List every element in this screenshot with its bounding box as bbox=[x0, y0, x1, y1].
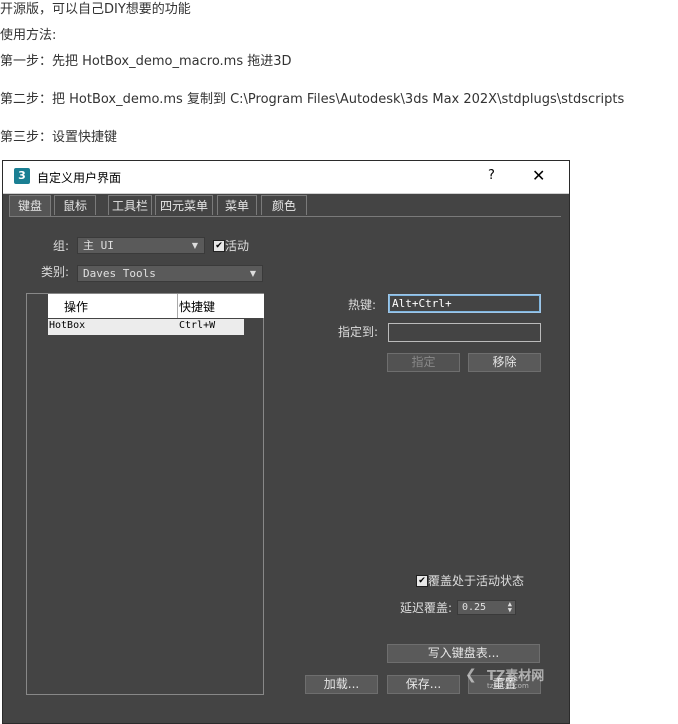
intro-line-2: 使用方法: bbox=[0, 28, 57, 43]
load-button[interactable]: 加载... bbox=[305, 675, 378, 694]
column-header-action[interactable]: 操作 bbox=[64, 298, 88, 315]
list-item-action: HotBox bbox=[49, 320, 86, 331]
group-label: 组: bbox=[53, 239, 70, 253]
delay-override-spinner[interactable]: 0.25 ▲ ▼ bbox=[457, 600, 516, 615]
active-label: 活动 bbox=[225, 239, 250, 253]
list-item-shortcut: Ctrl+W bbox=[179, 320, 216, 331]
hotkey-label: 热键: bbox=[348, 298, 377, 312]
assigned-to-label: 指定到: bbox=[338, 325, 379, 339]
category-select[interactable]: Daves Tools ▼ bbox=[77, 265, 263, 282]
delay-override-value: 0.25 bbox=[462, 602, 487, 613]
hotkey-field[interactable]: Alt+Ctrl+ bbox=[388, 294, 541, 313]
assign-button[interactable]: 指定 bbox=[387, 353, 460, 372]
save-button[interactable]: 保存... bbox=[387, 675, 460, 694]
tab-mouse[interactable]: 鼠标 bbox=[54, 195, 96, 215]
tab-keyboard[interactable]: 键盘 bbox=[9, 195, 51, 217]
assigned-to-field[interactable] bbox=[388, 323, 541, 342]
category-select-value: Daves Tools bbox=[83, 267, 156, 280]
tab-quad-menus[interactable]: 四元菜单 bbox=[155, 195, 213, 215]
action-list[interactable]: 操作 快捷键 HotBox Ctrl+W bbox=[26, 293, 264, 695]
dialog-title: 自定义用户界面 bbox=[37, 171, 122, 185]
remove-button[interactable]: 移除 bbox=[468, 353, 541, 372]
tab-divider bbox=[9, 216, 561, 217]
list-header: 操作 快捷键 bbox=[48, 294, 264, 318]
spinner-arrows-icon[interactable]: ▲ ▼ bbox=[508, 601, 512, 614]
tab-menus[interactable]: 菜单 bbox=[217, 195, 257, 215]
group-select-value: 主 UI bbox=[83, 239, 114, 252]
watermark: ❮ TZ素材网 tzsucai.com bbox=[465, 665, 545, 695]
list-item[interactable]: HotBox Ctrl+W bbox=[48, 319, 244, 335]
override-label: 覆盖处于活动状态 bbox=[428, 574, 525, 588]
override-checkbox[interactable]: ✔ bbox=[416, 575, 428, 587]
group-select[interactable]: 主 UI ▼ bbox=[77, 237, 205, 254]
column-header-shortcut[interactable]: 快捷键 bbox=[179, 298, 215, 315]
tab-colors[interactable]: 颜色 bbox=[261, 195, 307, 215]
watermark-url: tzsucai.com bbox=[487, 682, 529, 690]
title-bar: 3 自定义用户界面 ? ✕ bbox=[3, 161, 569, 194]
help-button[interactable]: ? bbox=[488, 168, 495, 183]
intro-line-4: 第二步：把 HotBox_demo.ms 复制到 C:\Program File… bbox=[0, 92, 625, 107]
active-checkbox[interactable]: ✔ bbox=[213, 240, 225, 252]
column-separator bbox=[177, 294, 178, 318]
3dsmax-app-icon: 3 bbox=[14, 168, 30, 184]
category-label: 类别: bbox=[41, 265, 70, 279]
intro-line-5: 第三步：设置快捷键 bbox=[0, 130, 118, 145]
customize-ui-dialog: 3 自定义用户界面 ? ✕ 键盘 鼠标 工具栏 四元菜单 菜单 颜色 组: 主 … bbox=[2, 160, 570, 724]
delay-override-label: 延迟覆盖: bbox=[400, 601, 453, 615]
intro-line-1: 开源版，可以自己DIY想要的功能 bbox=[0, 2, 191, 17]
chevron-down-icon: ▼ bbox=[191, 241, 198, 250]
write-keyboard-chart-button[interactable]: 写入键盘表... bbox=[387, 644, 540, 663]
chevron-down-icon: ▼ bbox=[249, 269, 256, 278]
close-icon[interactable]: ✕ bbox=[532, 166, 545, 185]
tab-toolbars[interactable]: 工具栏 bbox=[108, 195, 152, 215]
intro-line-3: 第一步：先把 HotBox_demo_macro.ms 拖进3D bbox=[0, 54, 292, 69]
watermark-logo-icon: ❮ bbox=[465, 667, 477, 683]
